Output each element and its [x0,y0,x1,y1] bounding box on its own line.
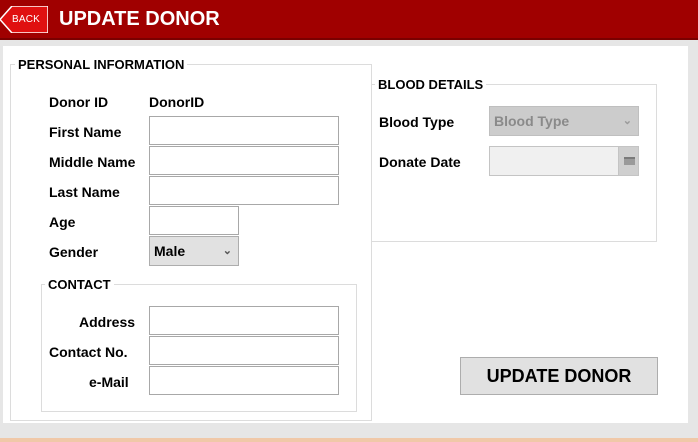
blood-details-legend: BLOOD DETAILS [375,77,487,92]
donate-date-field[interactable] [489,146,619,176]
middle-name-label: Middle Name [49,154,136,170]
donor-id-value: DonorID [149,94,205,110]
update-donor-button[interactable]: UPDATE DONOR [460,357,658,395]
donate-date-label: Donate Date [379,154,461,170]
chevron-down-icon: ⌄ [622,115,632,127]
back-label: BACK [12,14,41,25]
address-label: Address [79,314,136,330]
age-field[interactable] [149,206,239,235]
last-name-label: Last Name [49,184,120,200]
donor-id-label: Donor ID [49,94,109,110]
contact-no-field[interactable] [149,336,339,365]
gender-select[interactable]: Male ⌄ [149,236,239,266]
title-bar: BACK UPDATE DONOR [0,0,698,40]
last-name-field[interactable] [149,176,339,205]
blood-type-select[interactable]: Blood Type ⌄ [489,106,639,136]
middle-name-field[interactable] [149,146,339,175]
contact-no-label: Contact No. [49,344,128,360]
date-picker-button[interactable] [618,146,639,176]
address-field[interactable] [149,306,339,335]
first-name-field[interactable] [149,116,339,145]
calendar-icon [624,157,635,165]
back-button[interactable]: BACK [0,6,48,33]
email-field[interactable] [149,366,339,395]
gender-value: Male [154,243,186,259]
blood-type-value: Blood Type [494,113,570,129]
personal-info-legend: PERSONAL INFORMATION [15,57,188,72]
chevron-down-icon: ⌄ [222,245,232,257]
contact-legend: CONTACT [45,277,114,292]
email-label: e-Mail [89,374,129,390]
blood-type-label: Blood Type [379,114,455,130]
first-name-label: First Name [49,124,122,140]
age-label: Age [49,214,76,230]
page-title: UPDATE DONOR [59,8,220,30]
gender-label: Gender [49,244,99,260]
bottom-border [0,438,698,442]
